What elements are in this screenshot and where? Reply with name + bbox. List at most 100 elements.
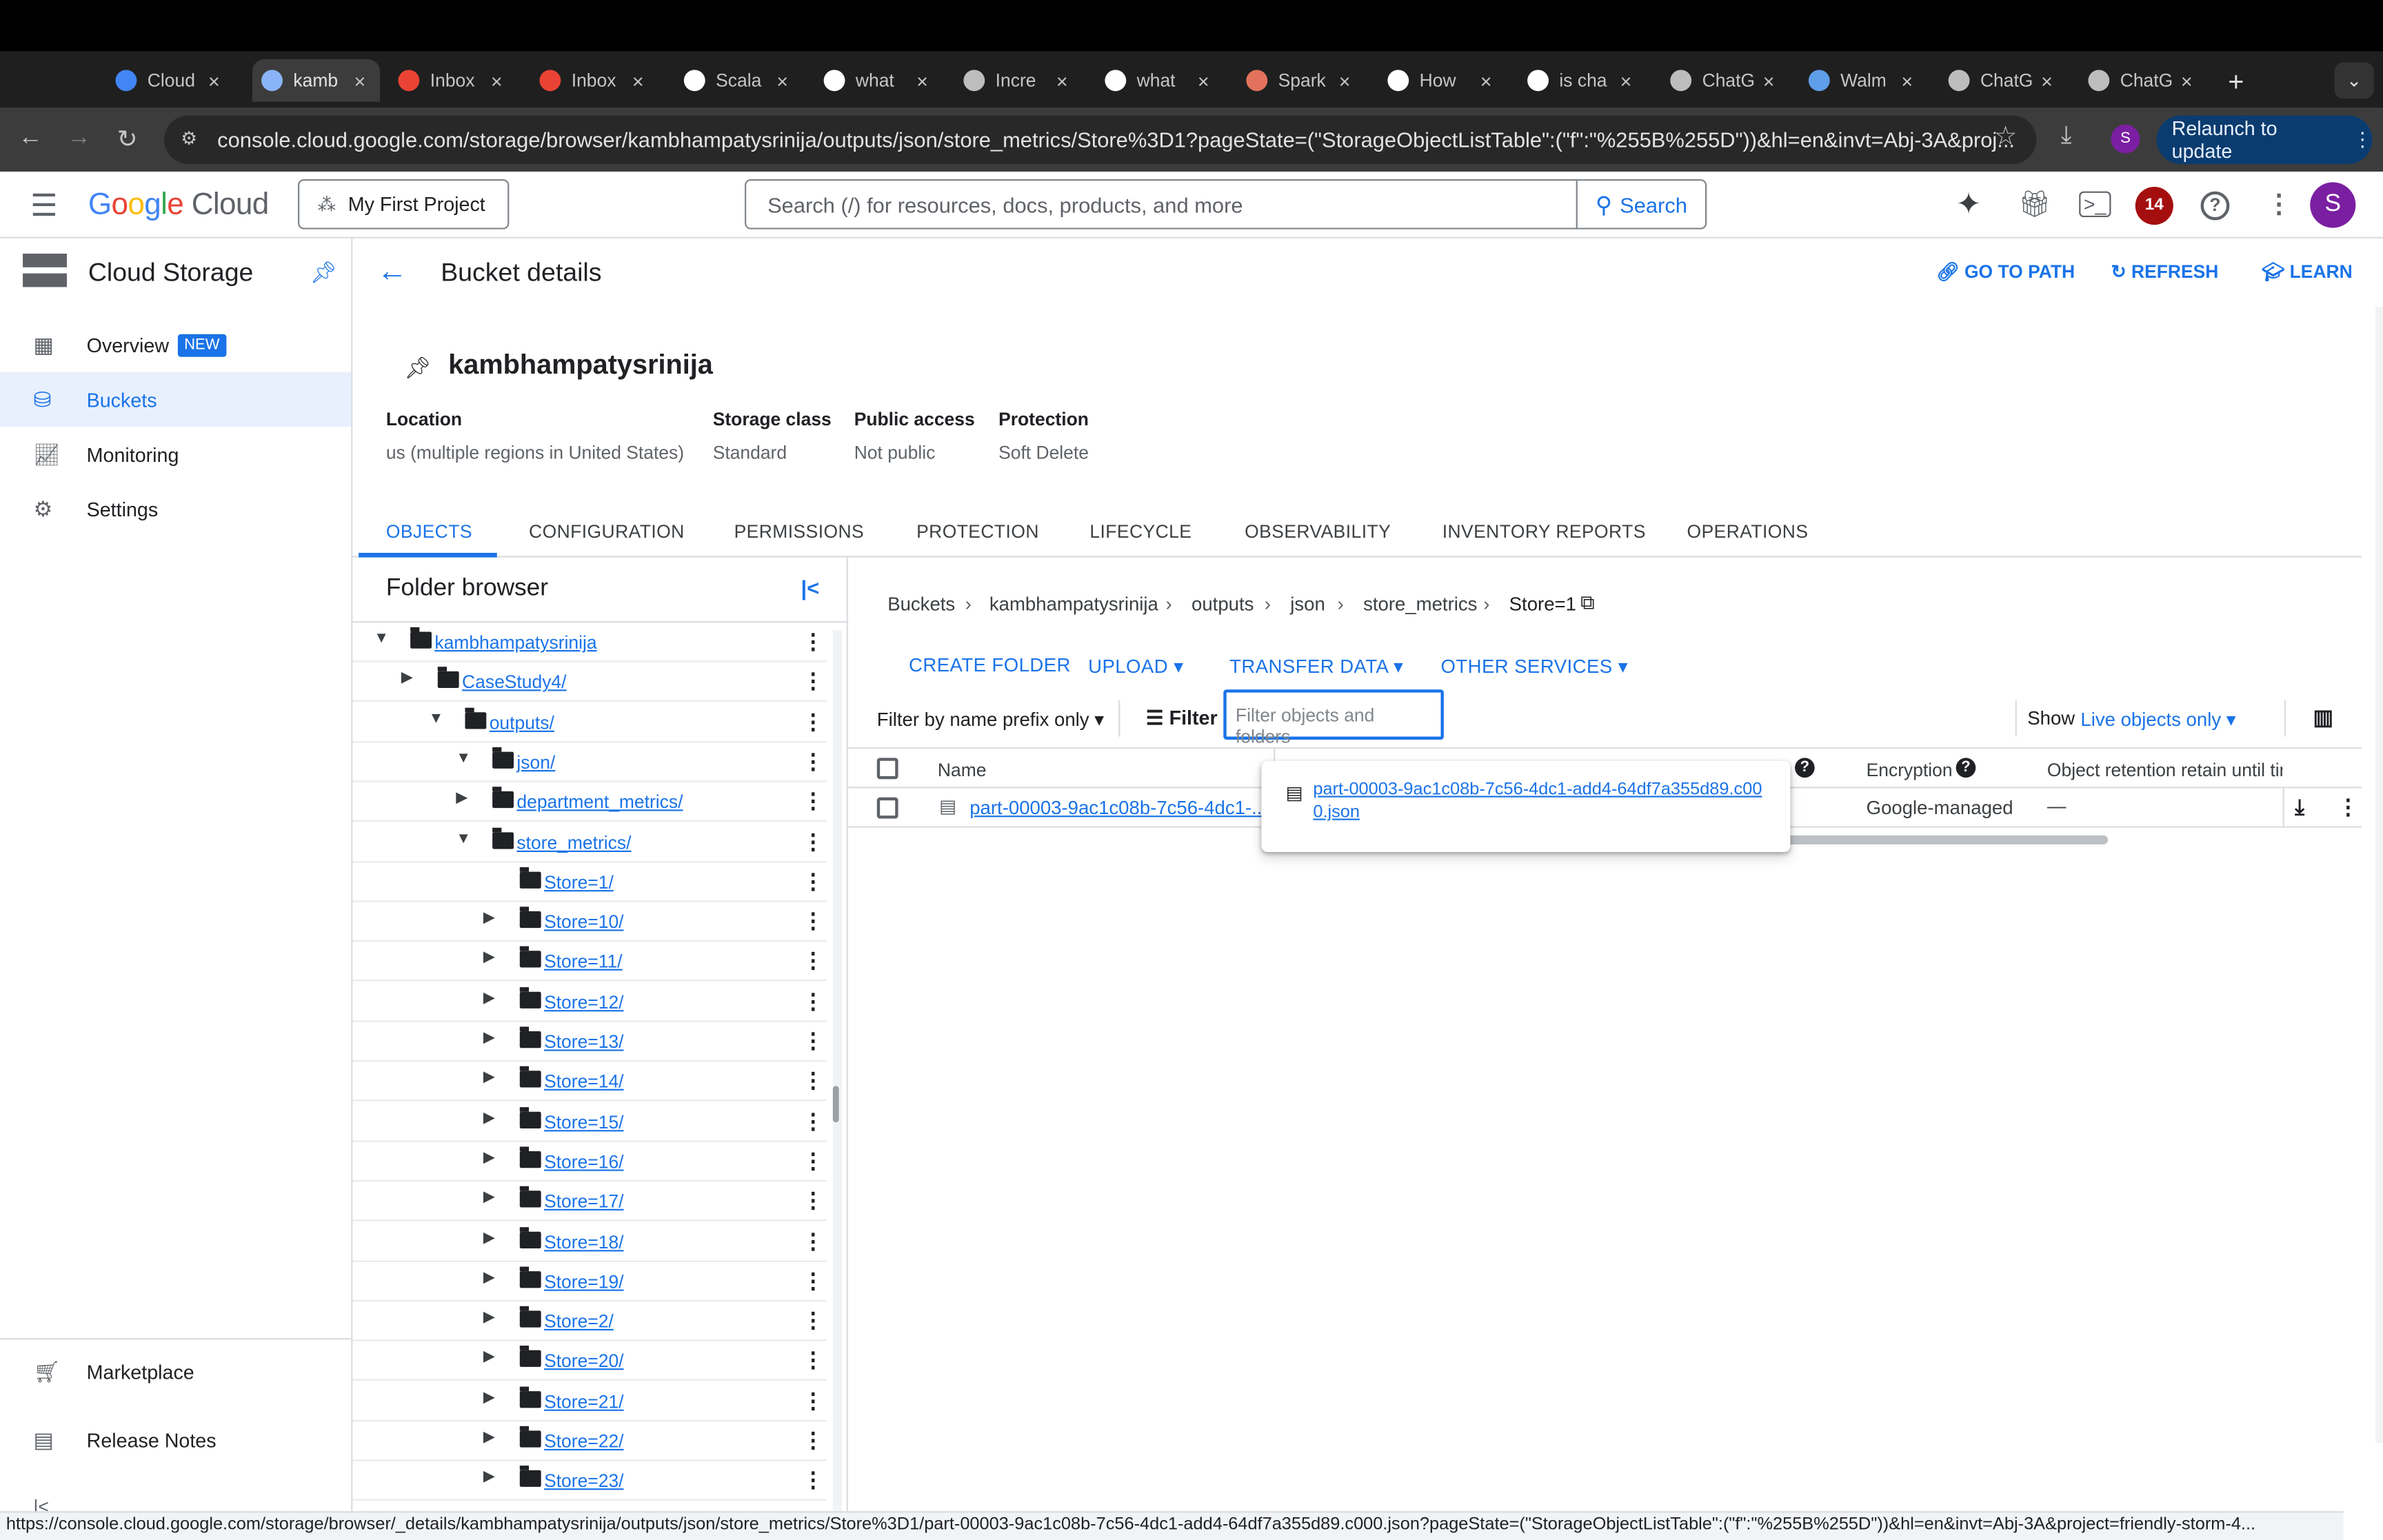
more-vert-icon[interactable]: ⋮ [803,1108,824,1133]
folder-tree-row[interactable]: ▶ Store=10/ ⋮ [352,902,827,942]
browser-tab[interactable]: what × [1105,59,1226,102]
more-vert-icon[interactable]: ⋮ [803,1188,824,1213]
folder-tree-label[interactable]: Store=16/ [544,1151,623,1173]
more-vert-icon[interactable]: ⋮ [803,749,824,774]
folder-tree-row[interactable]: ▶ Store=14/ ⋮ [352,1062,827,1102]
nav-item-release-notes[interactable]: ▤ Release Notes [0,1412,351,1467]
bucket-pin-icon[interactable]: 📌︎ [404,356,431,381]
breadcrumb-store-metrics[interactable]: store_metrics [1363,594,1477,615]
account-avatar[interactable]: S [2310,182,2356,228]
relaunch-button[interactable]: Relaunch to update ⋮ [2156,115,2373,164]
more-vert-icon[interactable]: ⋮ [803,989,824,1014]
tab-close-icon[interactable]: × [1198,69,1209,92]
nav-item-buckets[interactable]: ⛁ Buckets [0,372,352,427]
expand-less-icon[interactable]: ▼ [456,830,471,847]
search-input[interactable]: Search (/) for resources, docs, products… [746,192,1576,216]
folder-tree-row[interactable]: ▶ Store=13/ ⋮ [352,1022,827,1062]
tooltip-full-name[interactable]: part-00003-9ac1c08b-7c56-4dc1-add4-64df7… [1283,779,1769,824]
more-vert-icon[interactable]: ⋮ [803,709,824,734]
filter-input[interactable]: Filter objects and folders [1223,689,1444,747]
show-select[interactable]: Live objects only ▾ [2080,708,2235,731]
expand-more-icon[interactable]: ▶ [483,910,495,926]
expand-less-icon[interactable]: ▼ [429,710,444,727]
folder-tree-row[interactable]: Store=1/ ⋮ [352,862,827,902]
gemini-sparkle-icon[interactable]: ✦ [1956,185,1982,223]
more-vert-icon[interactable]: ⋮ [803,1388,824,1413]
folder-tree-row[interactable]: ▶ Store=15/ ⋮ [352,1102,827,1142]
row-checkbox[interactable] [876,797,898,819]
site-settings-icon[interactable]: ⚙ [181,128,197,149]
tab-configuration[interactable]: CONFIGURATION [529,521,685,543]
more-vert-icon[interactable]: ⋮ [803,1428,824,1453]
google-cloud-logo[interactable]: Google Cloud [88,188,269,223]
folder-tree-label[interactable]: Store=14/ [544,1071,623,1093]
tab-inventory-reports[interactable]: INVENTORY REPORTS [1442,521,1646,543]
tab-search-chevron-icon[interactable]: ⌄ [2334,62,2374,99]
back-arrow-icon[interactable]: ← [18,125,42,152]
tab-close-icon[interactable]: × [1763,69,1775,92]
folder-tree-row[interactable]: ▶ Store=19/ ⋮ [352,1262,827,1301]
expand-more-icon[interactable]: ▶ [483,1229,495,1246]
filter-button[interactable]: ☰ Filter [1146,706,1218,730]
expand-more-icon[interactable]: ▶ [401,670,413,687]
more-vert-icon[interactable]: ⋮ [803,629,824,654]
more-vert-icon[interactable]: ⋮ [803,1348,824,1373]
folder-tree-row[interactable]: ▼ json/ ⋮ [352,742,827,782]
go-to-path-button[interactable]: 🔗︎ GO TO PATH [1936,261,2075,283]
browser-tab[interactable]: Cloud × [115,59,237,102]
tab-close-icon[interactable]: × [2181,69,2193,92]
browser-tab[interactable]: ChatG × [1670,59,1791,102]
nav-item-settings[interactable]: ⚙ Settings [0,481,351,536]
browser-tab[interactable]: Scala × [683,59,805,102]
expand-more-icon[interactable]: ▶ [483,1429,495,1446]
folder-tree-row[interactable]: ▶ Store=21/ ⋮ [352,1381,827,1421]
folder-tree-label[interactable]: Store=20/ [544,1351,623,1372]
folder-tree-label[interactable]: CaseStudy4/ [462,671,566,693]
expand-more-icon[interactable]: ▶ [483,1309,495,1326]
tab-close-icon[interactable]: × [632,69,644,92]
tab-protection[interactable]: PROTECTION [916,521,1039,543]
tab-close-icon[interactable]: × [491,69,503,92]
browser-tab[interactable]: Incre × [963,59,1085,102]
more-vert-icon[interactable]: ⋮ [803,1029,824,1054]
more-vert-icon[interactable]: ⋮ [803,1468,824,1493]
nav-item-marketplace[interactable]: 🛒︎ Marketplace [0,1344,351,1399]
folder-browser-scrollbar[interactable] [832,630,843,1512]
expand-more-icon[interactable]: ▶ [483,950,495,966]
tab-close-icon[interactable]: × [1901,69,1913,92]
new-tab-button[interactable]: + [2228,67,2244,99]
more-vert-icon[interactable]: ⋮ [803,1068,824,1094]
expand-more-icon[interactable]: ▶ [483,1070,495,1086]
folder-tree-row[interactable]: ▶ Store=11/ ⋮ [352,942,827,982]
breadcrumb-bucket[interactable]: kambhampatysrinija [989,594,1158,615]
back-arrow-icon[interactable]: ← [377,255,408,290]
tab-close-icon[interactable]: × [1480,69,1492,92]
expand-less-icon[interactable]: ▼ [374,630,389,647]
copy-icon[interactable]: ⧉ [1580,591,1594,615]
folder-tree-row[interactable]: ▶ Store=18/ ⋮ [352,1222,827,1262]
folder-tree-label[interactable]: json/ [516,751,555,773]
folder-tree-row[interactable]: ▶ Store=16/ ⋮ [352,1142,827,1182]
more-vert-icon[interactable]: ⋮ [803,909,824,934]
table-horizontal-scrollbar[interactable] [1760,835,2109,844]
expand-more-icon[interactable]: ▶ [483,1190,495,1206]
download-icon[interactable]: ⤓ [2061,123,2072,150]
tab-lifecycle[interactable]: LIFECYCLE [1089,521,1192,543]
notifications-badge[interactable]: 14 [2135,186,2173,225]
column-retention[interactable]: Object retention retain until time [2047,760,2283,781]
forward-arrow-icon[interactable]: → [67,125,91,152]
tab-close-icon[interactable]: × [776,69,788,92]
tab-close-icon[interactable]: × [354,69,366,92]
more-vert-icon[interactable]: ⋮ [803,949,824,974]
nav-item-monitoring[interactable]: 📈︎ Monitoring [0,427,351,481]
object-name-link[interactable]: part-00003-9ac1c08b-7c56-4dc1-... [969,798,1267,819]
tab-close-icon[interactable]: × [1056,69,1068,92]
folder-tree-label[interactable]: kambhampatysrinija [434,632,596,654]
expand-more-icon[interactable]: ▶ [483,1469,495,1486]
column-name[interactable]: Name [938,760,987,781]
learn-button[interactable]: 🎓︎ LEARN [2262,261,2353,283]
expand-more-icon[interactable]: ▶ [456,790,467,807]
folder-tree-label[interactable]: Store=1/ [544,871,614,893]
folder-tree-label[interactable]: Store=12/ [544,991,623,1013]
download-icon[interactable]: ⤓ [2295,794,2304,820]
